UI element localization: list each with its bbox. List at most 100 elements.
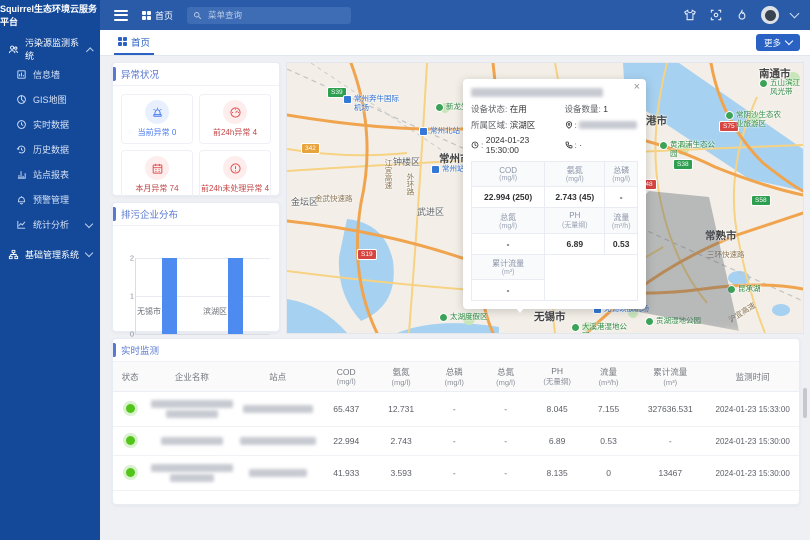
status-dot-green <box>126 468 135 477</box>
expand-chevron-icon <box>85 219 93 227</box>
status-dot-green <box>126 436 135 445</box>
metric-value: - <box>605 187 638 208</box>
sidebar-section-base-mgmt[interactable]: 基础管理系统 <box>0 241 100 267</box>
collapse-chevron-icon <box>85 46 93 54</box>
realtime-monitor-panel: 实时监测 状态 企业名称 站点 COD(mg/l) 氨氮(mg/l) 总磷(mg… <box>112 338 800 505</box>
info-wall-icon <box>16 69 27 80</box>
sidebar-item-alert-mgmt[interactable]: 预警管理 <box>0 187 100 212</box>
sidebar-nav: 污染源监测系统 信息墙 GIS地图 实时数据 历史数据 站点报表 预警管理 <box>0 30 100 540</box>
clock-icon <box>16 119 27 130</box>
tab-home[interactable]: 首页 <box>114 30 154 55</box>
user-avatar[interactable] <box>761 6 779 24</box>
home-grid-icon <box>142 11 151 20</box>
redacted-site-title <box>471 88 603 97</box>
map-poi: 常州北站 <box>419 127 460 136</box>
sidebar-item-site-report[interactable]: 站点报表 <box>0 162 100 187</box>
sitemap-icon <box>8 249 19 260</box>
metric-value: 22.994 (250) <box>472 187 545 208</box>
sidebar-item-gis-map[interactable]: GIS地图 <box>0 87 100 112</box>
metric-value: 2.743 (45) <box>545 187 605 208</box>
phone-icon <box>565 141 573 149</box>
stats-line-icon <box>16 219 27 230</box>
station-poi-icon <box>419 127 428 136</box>
map-poi: 大溪港湿地公园 <box>571 323 634 334</box>
park-poi-icon <box>571 323 580 332</box>
y-tick: 2 <box>124 254 134 263</box>
map-poi: 五山滨江风光带 <box>759 79 803 96</box>
panel-title: 异常状况 <box>113 63 279 86</box>
gis-map-canvas[interactable]: G42 S39 S38 S48 342 G2 S58 S19 S75 122 常… <box>286 62 804 334</box>
gauge-icon <box>229 106 242 119</box>
stat-month-abnormal[interactable]: 本月异常 74 <box>121 150 193 200</box>
more-button[interactable]: 更多 <box>756 34 800 51</box>
stat-24h-unhandled[interactable]: 前24h未处理异常 4 <box>199 150 271 200</box>
bar-wuxi[interactable] <box>162 258 177 334</box>
breadcrumb[interactable]: 首页 <box>142 9 173 22</box>
abnormal-status-panel: 异常状况 当前异常 0 前24h异常 4 本月异常 74 前24h未处理异常 4 <box>112 62 280 196</box>
park-poi-icon <box>435 103 444 112</box>
hamburger-menu-icon[interactable] <box>114 7 128 23</box>
stat-24h-abnormal[interactable]: 前24h异常 4 <box>199 94 271 144</box>
park-poi-icon <box>759 79 768 88</box>
metric-value: - <box>472 280 545 301</box>
search-icon <box>193 11 202 20</box>
users-icon <box>8 44 19 55</box>
road-badge: 342 <box>301 143 320 154</box>
alert-bell-icon <box>16 194 27 205</box>
breadcrumb-home: 首页 <box>155 9 173 22</box>
location-pin-icon <box>565 121 573 129</box>
notification-flame-icon[interactable] <box>735 8 749 22</box>
road-badge: S58 <box>751 195 771 206</box>
panel-title: 排污企业分布 <box>113 203 279 226</box>
page-scrollbar-thumb[interactable] <box>803 388 807 418</box>
table-row[interactable]: 22.9942.743 -- 6.890.53 -2024-01-23 15:3… <box>113 427 799 456</box>
road-badge: S19 <box>357 249 377 260</box>
sidebar-item-realtime-data[interactable]: 实时数据 <box>0 112 100 137</box>
popup-datetime: 2024-01-23 15:30:00 <box>486 135 565 155</box>
popup-close-icon[interactable]: × <box>634 82 640 92</box>
metric-value: - <box>472 234 545 255</box>
sidebar-item-info-wall[interactable]: 信息墙 <box>0 62 100 87</box>
airport-poi-icon <box>343 95 352 104</box>
bar-binhu[interactable] <box>228 258 243 334</box>
popup-metrics-table: COD(mg/l) 氨氮(mg/l) 总磷(mg/l) 22.994 (250)… <box>471 161 638 301</box>
menu-search-box[interactable] <box>187 7 351 24</box>
sidebar-section-pollution-monitor[interactable]: 污染源监测系统 <box>0 36 100 62</box>
theme-skin-icon[interactable] <box>683 8 697 22</box>
calendar-icon <box>151 162 164 175</box>
y-tick: 1 <box>124 292 134 301</box>
bar-report-icon <box>16 169 27 180</box>
map-poi: 黄泗浦生态公园 <box>659 141 722 158</box>
expand-chevron-icon <box>85 249 93 257</box>
map-poi: 昆承湖 <box>727 285 761 294</box>
more-chevron-icon <box>785 37 793 45</box>
metric-value: 0.53 <box>605 234 638 255</box>
history-icon <box>16 144 27 155</box>
redacted-company <box>151 464 233 472</box>
sidebar-item-statistics[interactable]: 统计分析 <box>0 212 100 237</box>
park-poi-icon <box>645 317 654 326</box>
fullscreen-capture-icon[interactable] <box>709 8 723 22</box>
redacted-company <box>151 400 233 408</box>
sidebar-item-history-data[interactable]: 历史数据 <box>0 137 100 162</box>
top-bar: Squirrel生态环境云服务平台 首页 <box>0 0 810 30</box>
tab-bar: 首页 更多 <box>100 30 810 56</box>
map-poi: 常州奔牛国际机场 <box>343 95 406 112</box>
station-poi-icon <box>431 165 440 174</box>
warning-circle-icon <box>229 162 242 175</box>
redacted-station <box>243 405 313 413</box>
search-input[interactable] <box>206 9 330 21</box>
road-badge: S38 <box>673 159 693 170</box>
user-menu-chevron-icon[interactable] <box>790 9 800 19</box>
sidebar-section-label: 基础管理系统 <box>25 248 79 261</box>
map-poi: 太湖度假区 <box>439 313 488 322</box>
metric-value: 6.89 <box>545 234 605 255</box>
park-poi-icon <box>659 141 668 150</box>
stat-current-abnormal[interactable]: 当前异常 0 <box>121 94 193 144</box>
clock-icon <box>471 141 479 149</box>
park-poi-icon <box>439 313 448 322</box>
site-info-popup: × 设备状态: 在用 设备数量: 1 所属区域: 滨湖区 : : 2024-01… <box>463 79 646 309</box>
table-row[interactable]: 41.9333.593 -- 8.1350 134672024-01-23 15… <box>113 456 799 491</box>
sidebar-section-label: 污染源监测系统 <box>25 36 81 62</box>
table-row[interactable]: 65.43712.731 -- 8.0457.155 327636.531202… <box>113 392 799 427</box>
